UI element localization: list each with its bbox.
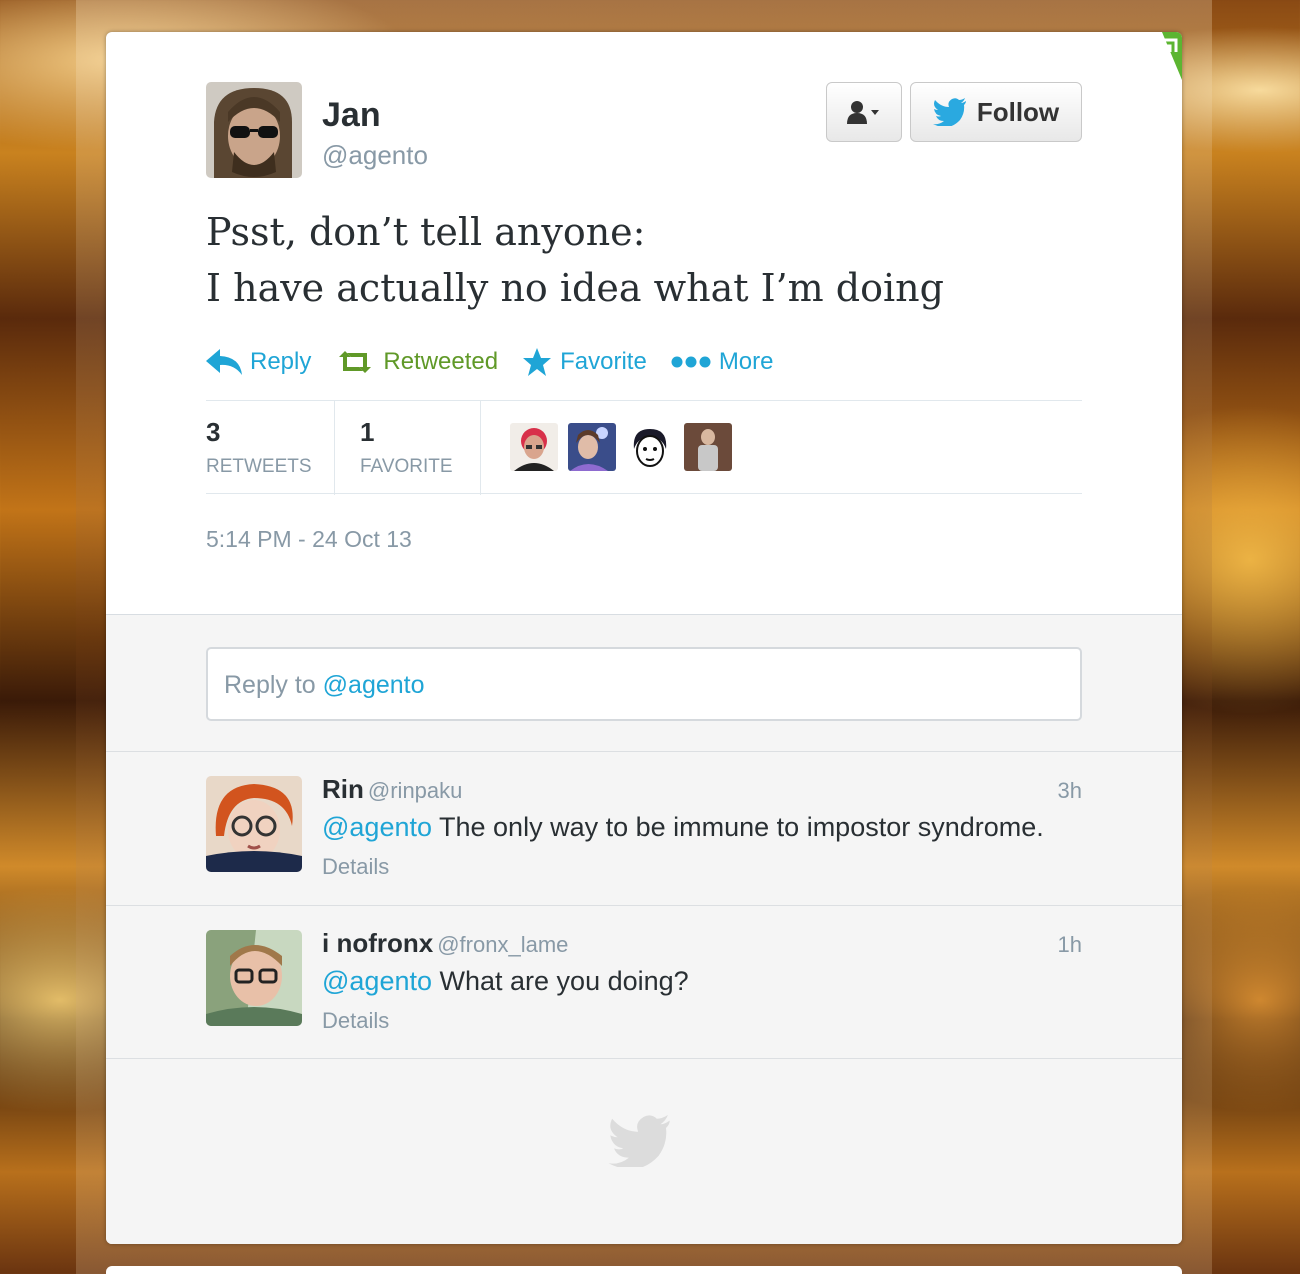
reply-input-mention: @agento: [322, 671, 425, 699]
tweet-header: Jan @agento Follow: [206, 82, 1082, 182]
faver-avatar[interactable]: [568, 423, 616, 471]
stat-divider: [480, 401, 481, 495]
follow-button[interactable]: Follow: [910, 82, 1082, 142]
reply-body: The only way to be immune to impostor sy…: [439, 812, 1044, 842]
user-actions-button[interactable]: [826, 82, 902, 142]
reply-time[interactable]: 3h: [1058, 778, 1082, 804]
reply-text: @agento What are you doing?: [322, 966, 689, 997]
faver-avatars: [510, 423, 732, 471]
more-dots-icon: [671, 356, 711, 368]
retweet-label: Retweeted: [383, 348, 499, 375]
reply-input-placeholder: Reply to: [224, 671, 316, 699]
favorite-action[interactable]: Favorite: [522, 347, 647, 377]
more-label: More: [718, 348, 774, 375]
favorite-label: Favorite: [560, 348, 647, 375]
follow-label: Follow: [976, 96, 1060, 127]
reply-body: What are you doing?: [439, 966, 689, 996]
author-avatar[interactable]: [206, 82, 302, 178]
retweets-count: 3: [206, 417, 221, 447]
reply-details-link[interactable]: Details: [322, 1008, 389, 1034]
twitter-bird-icon: [932, 98, 966, 126]
reply-author-name: Rin: [322, 774, 364, 804]
tweet-timestamp[interactable]: 5:14 PM - 24 Oct 13: [206, 526, 412, 553]
reply-time[interactable]: 1h: [1058, 932, 1082, 958]
star-icon: [523, 348, 552, 376]
reply-text: @agento The only way to be immune to imp…: [322, 812, 1044, 843]
stat-divider: [334, 401, 335, 495]
tweet-actions: Reply Retweeted Favorite More: [206, 342, 798, 382]
reply-details-link[interactable]: Details: [322, 854, 389, 880]
author-handle[interactable]: @agento: [322, 140, 428, 171]
tweet-text-line-1: Psst, don’t tell anyone:: [206, 210, 646, 254]
next-card-edge: [106, 1266, 1182, 1274]
reply-author-handle: @rinpaku: [367, 778, 463, 803]
reply-label: Reply: [250, 348, 312, 375]
reply-avatar[interactable]: [206, 930, 302, 1026]
faver-avatar[interactable]: [626, 423, 674, 471]
tweet-stats: 3 RETWEETS 1 FAVORITE: [206, 400, 1082, 495]
author-name[interactable]: Jan: [322, 96, 381, 135]
reply-author-name: i nofronx: [322, 928, 434, 958]
reply-arrow-icon: [206, 349, 242, 375]
twitter-bird-icon: [608, 1115, 670, 1167]
reply-tweet[interactable]: Rin @rinpaku 3h @agento The only way to b…: [106, 751, 1182, 905]
faver-avatar[interactable]: [510, 423, 558, 471]
tweet-text-line-2: I have actually no idea what I’m doing: [206, 266, 944, 310]
tweet-card: Jan @agento Follow Psst, don’t tell anyo…: [106, 32, 1182, 1244]
favorites-count: 1: [360, 417, 375, 447]
reply-mention[interactable]: @agento: [322, 812, 432, 842]
reply-tweet[interactable]: i nofronx @fronx_lame 1h @agento What are…: [106, 905, 1182, 1059]
replies-section: Reply to @agento Rin @rinpaku 3h @agento…: [106, 614, 1182, 1244]
retweets-label: RETWEETS: [206, 456, 312, 477]
reply-author[interactable]: Rin @rinpaku: [322, 774, 462, 805]
more-action[interactable]: More: [671, 348, 774, 376]
favorites-stat[interactable]: 1 FAVORITE: [360, 401, 480, 495]
faver-avatar[interactable]: [684, 423, 732, 471]
tweet-text: Psst, don’t tell anyone: I have actually…: [206, 204, 1086, 316]
retweets-stat[interactable]: 3 RETWEETS: [206, 401, 334, 495]
reply-author[interactable]: i nofronx @fronx_lame: [322, 928, 568, 959]
reply-action[interactable]: Reply: [206, 348, 311, 376]
retweet-action[interactable]: Retweeted: [335, 348, 498, 376]
favorites-label: FAVORITE: [360, 456, 453, 477]
reply-mention[interactable]: @agento: [322, 966, 432, 996]
reply-avatar[interactable]: [206, 776, 302, 872]
reply-input[interactable]: Reply to @agento: [206, 647, 1082, 721]
person-dropdown-icon: [847, 101, 879, 124]
retweet-icon: [339, 351, 372, 373]
reply-author-handle: @fronx_lame: [437, 932, 569, 957]
corner-badge-icon[interactable]: [1134, 32, 1182, 80]
